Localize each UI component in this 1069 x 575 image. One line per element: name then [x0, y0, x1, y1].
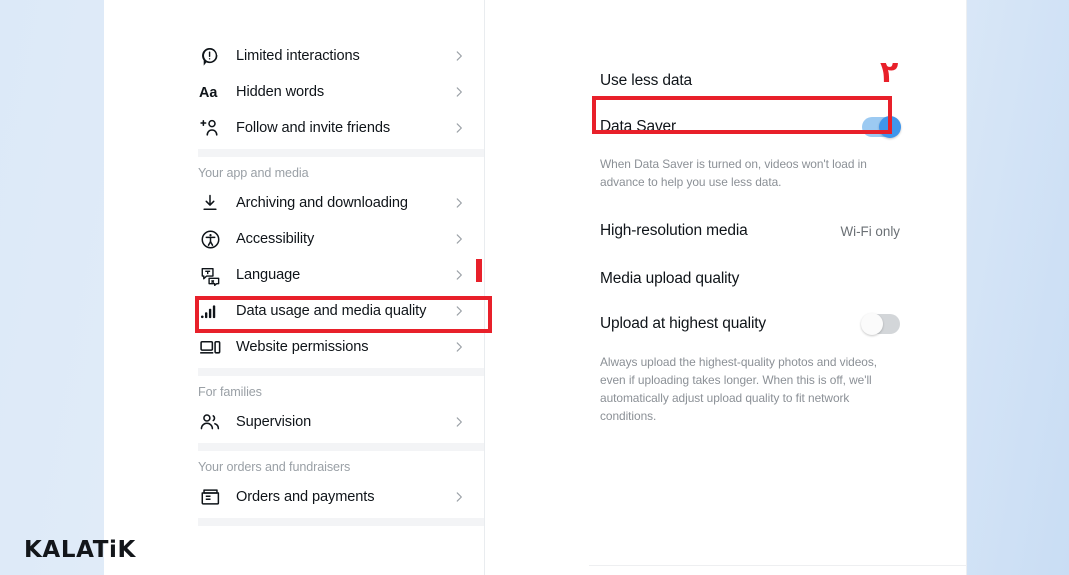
upload-highest-quality-toggle[interactable]	[861, 313, 900, 336]
watermark: KALATiK	[24, 537, 136, 563]
limited-interactions-icon	[198, 44, 222, 68]
media-upload-quality-heading-row: Media upload quality	[600, 262, 900, 296]
mobile-data-settings-content: Use less data Data Saver When Data Saver…	[600, 58, 901, 426]
supervision-icon	[198, 410, 222, 434]
sidebar-item-label: Limited interactions	[236, 48, 360, 64]
svg-text:Aa: Aa	[199, 85, 218, 101]
upload-highest-quality-label: Upload at highest quality	[600, 315, 767, 333]
sidebar-item-label: Hidden words	[236, 84, 325, 100]
section-divider	[198, 443, 484, 451]
chevron-right-icon	[452, 304, 466, 318]
chevron-right-icon	[452, 490, 466, 504]
annotation-marker-one	[476, 259, 482, 282]
panel-right-edge	[966, 0, 967, 575]
use-less-data-label: Use less data	[600, 72, 692, 89]
chevron-right-icon	[452, 49, 466, 63]
website-permissions-icon	[198, 335, 222, 359]
media-upload-quality-label: Media upload quality	[600, 270, 740, 288]
chevron-right-icon	[452, 232, 466, 246]
chevron-right-icon	[452, 268, 466, 282]
toggle-knob	[879, 116, 901, 138]
data-usage-icon	[198, 299, 222, 323]
upload-highest-quality-row[interactable]: Upload at highest quality	[600, 307, 900, 341]
section-divider	[198, 368, 484, 376]
follow-invite-friends-icon	[198, 116, 222, 140]
sidebar-item-hidden-words[interactable]: Aa Hidden words	[198, 74, 484, 110]
sidebar-item-orders-and-payments[interactable]: Orders and payments	[198, 479, 484, 515]
high-resolution-media-row[interactable]: High-resolution media Wi-Fi only	[600, 214, 900, 248]
sidebar-item-label: Accessibility	[236, 231, 315, 247]
sidebar-item-accessibility[interactable]: Accessibility	[198, 221, 484, 257]
section-label-your-app-and-media: Your app and media	[198, 166, 309, 180]
high-resolution-media-value: Wi-Fi only	[840, 223, 900, 239]
chevron-right-icon	[452, 196, 466, 210]
sidebar-item-limited-interactions[interactable]: Limited interactions	[198, 38, 484, 74]
section-divider	[198, 149, 484, 157]
upload-highest-quality-description: Always upload the highest-quality photos…	[600, 355, 878, 424]
data-saver-toggle[interactable]	[862, 116, 901, 138]
sidebar-item-label: Orders and payments	[236, 489, 375, 505]
use-less-data-heading-row: Use less data	[600, 64, 900, 98]
data-saver-label: Data Saver	[600, 118, 677, 135]
sidebar-item-label: Archiving and downloading	[236, 195, 408, 211]
sidebar-item-label: Follow and invite friends	[236, 120, 391, 136]
sidebar-item-website-permissions[interactable]: Website permissions	[198, 329, 484, 365]
sidebar-item-archiving-and-downloading[interactable]: Archiving and downloading	[198, 185, 484, 221]
chevron-right-icon	[452, 121, 466, 135]
toggle-knob	[861, 313, 883, 336]
data-saver-row[interactable]: Data Saver	[600, 110, 901, 144]
sidebar-item-label: Data usage and media quality	[236, 303, 427, 319]
sidebar-item-data-usage-and-media-quality[interactable]: Data usage and media quality	[198, 293, 484, 329]
right-panel-bottom-divider	[589, 565, 967, 566]
section-label-your-orders-and-fundraisers: Your orders and fundraisers	[198, 460, 351, 474]
sidebar-item-language[interactable]: Language	[198, 257, 484, 293]
section-divider-bottom	[198, 518, 484, 526]
sidebar-item-follow-and-invite-friends[interactable]: Follow and invite friends	[198, 110, 484, 146]
chevron-right-icon	[452, 415, 466, 429]
screenshot-stage: Settings and privacy Limited interaction…	[0, 0, 1069, 575]
hidden-words-icon: Aa	[198, 80, 222, 104]
sidebar-item-supervision[interactable]: Supervision	[198, 404, 484, 440]
accessibility-icon	[198, 227, 222, 251]
sidebar-item-label: Website permissions	[236, 339, 369, 355]
data-saver-description: When Data Saver is turned on, videos won…	[600, 157, 867, 190]
orders-payments-icon	[198, 485, 222, 509]
high-resolution-media-label: High-resolution media	[600, 222, 748, 240]
sidebar-item-label: Language	[236, 267, 301, 283]
settings-list: Limited interactions Aa Hidden words Fol…	[198, 38, 484, 526]
section-label-for-families: For families	[198, 385, 262, 399]
language-icon	[198, 263, 222, 287]
annotation-marker-two: ٢	[880, 55, 899, 90]
chevron-right-icon	[452, 85, 466, 99]
panel-divider	[484, 0, 485, 575]
sidebar-item-label: Supervision	[236, 414, 312, 430]
archiving-downloading-icon	[198, 191, 222, 215]
chevron-right-icon	[452, 340, 466, 354]
